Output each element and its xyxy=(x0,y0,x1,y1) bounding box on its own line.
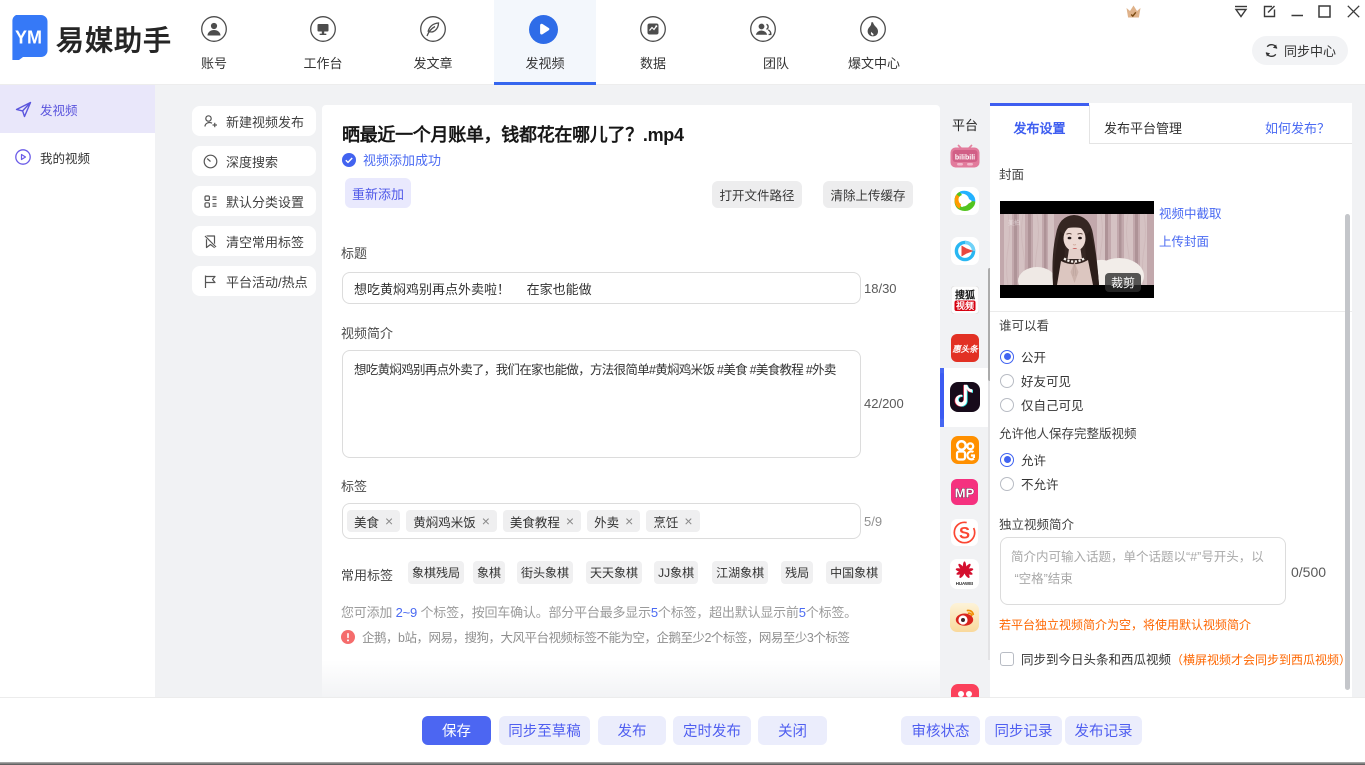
svg-text:惠头条: 惠头条 xyxy=(952,344,979,354)
svg-text:YM: YM xyxy=(15,28,42,48)
svg-text:搜狐: 搜狐 xyxy=(955,289,975,302)
svg-text:HUAWEI: HUAWEI xyxy=(956,581,974,586)
svg-text:S: S xyxy=(959,525,970,543)
svg-text:MP: MP xyxy=(955,486,975,501)
svg-text:bilibili: bilibili xyxy=(955,155,975,162)
svg-text:美拍: 美拍 xyxy=(1008,219,1020,227)
svg-text:视频: 视频 xyxy=(956,300,974,311)
